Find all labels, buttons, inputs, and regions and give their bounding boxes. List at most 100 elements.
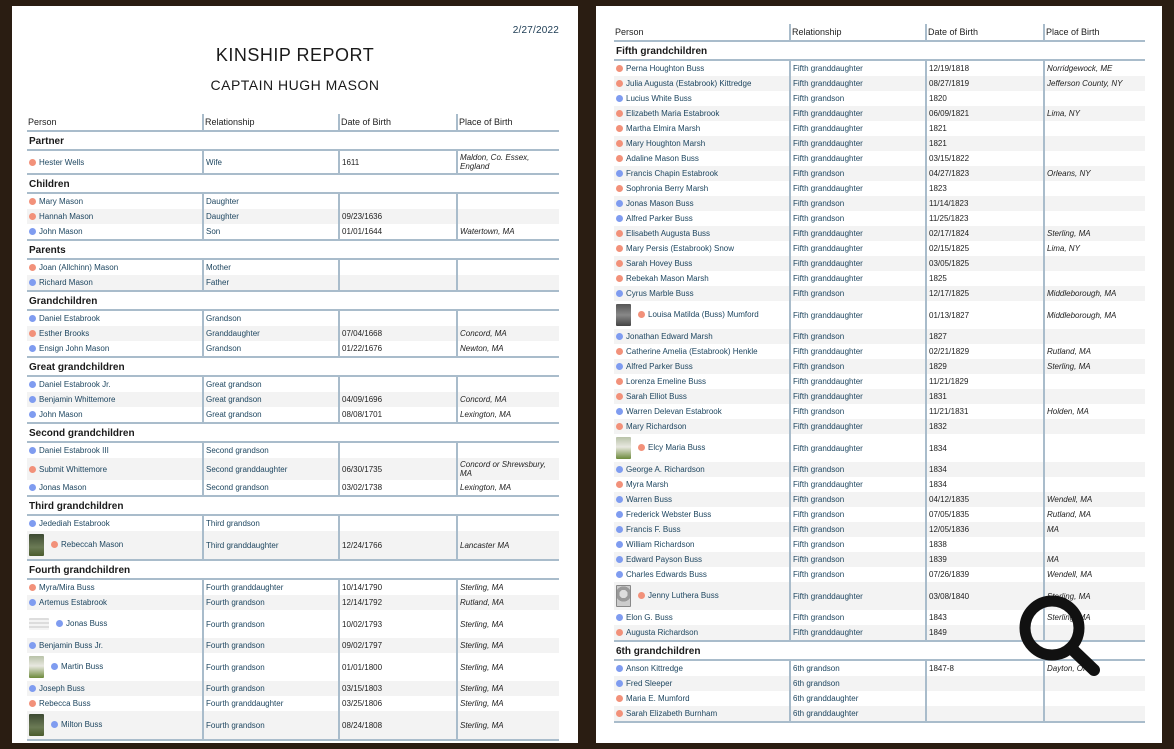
relationship-link[interactable]: 6th grandson xyxy=(789,660,926,676)
relationship-link[interactable]: Fifth granddaughter xyxy=(789,419,926,434)
relationship-link[interactable]: Granddaughter xyxy=(202,326,339,341)
person-link[interactable]: Sarah Elizabeth Burnham xyxy=(626,709,717,718)
person-link[interactable]: Jedediah Estabrook xyxy=(39,519,110,528)
relationship-link[interactable]: Fourth grandson xyxy=(202,595,339,610)
relationship-link[interactable]: Fifth granddaughter xyxy=(789,256,926,271)
person-link[interactable]: Warren Delevan Estabrook xyxy=(626,407,722,416)
person-link[interactable]: Edward Payson Buss xyxy=(626,555,702,564)
photo-thumbnail[interactable] xyxy=(29,618,49,630)
person-link[interactable]: Jonas Buss xyxy=(66,619,107,628)
photo-thumbnail[interactable] xyxy=(616,304,631,326)
person-link[interactable]: Submit Whittemore xyxy=(39,465,107,474)
person-link[interactable]: Alfred Parker Buss xyxy=(626,362,693,371)
relationship-link[interactable]: Fourth grandson xyxy=(202,653,339,681)
relationship-link[interactable]: Second grandson xyxy=(202,442,339,458)
person-link[interactable]: Mary Houghton Marsh xyxy=(626,139,705,148)
person-link[interactable]: Lorenza Emeline Buss xyxy=(626,377,706,386)
person-link[interactable]: Sarah Hovey Buss xyxy=(626,259,692,268)
relationship-link[interactable]: Fourth granddaughter xyxy=(202,696,339,711)
person-link[interactable]: Francis Chapin Estabrook xyxy=(626,169,718,178)
person-link[interactable]: Daniel Estabrook III xyxy=(39,446,109,455)
relationship-link[interactable]: Fifth granddaughter xyxy=(789,121,926,136)
person-link[interactable]: Maria E. Mumford xyxy=(626,694,690,703)
person-link[interactable]: Elcy Maria Buss xyxy=(648,443,705,452)
relationship-link[interactable]: Fifth granddaughter xyxy=(789,226,926,241)
photo-thumbnail[interactable] xyxy=(29,534,44,556)
person-link[interactable]: Myra/Mira Buss xyxy=(39,583,95,592)
relationship-link[interactable]: Fifth grandson xyxy=(789,610,926,625)
relationship-link[interactable]: Fifth grandson xyxy=(789,359,926,374)
person-link[interactable]: Mary Persis (Estabrook) Snow xyxy=(626,244,734,253)
relationship-link[interactable]: Fifth grandson xyxy=(789,537,926,552)
relationship-link[interactable]: Second granddaughter xyxy=(202,458,339,480)
person-link[interactable]: Sophronia Berry Marsh xyxy=(626,184,708,193)
relationship-link[interactable]: Fifth granddaughter xyxy=(789,301,926,329)
photo-thumbnail[interactable] xyxy=(616,585,631,607)
photo-thumbnail[interactable] xyxy=(29,656,44,678)
person-link[interactable]: Martin Buss xyxy=(61,662,103,671)
person-link[interactable]: Jenny Luthera Buss xyxy=(648,591,719,600)
person-link[interactable]: Anson Kittredge xyxy=(626,664,683,673)
relationship-link[interactable]: Third grandson xyxy=(202,515,339,531)
relationship-link[interactable]: Fourth granddaughter xyxy=(202,579,339,595)
relationship-link[interactable]: 6th granddaughter xyxy=(789,691,926,706)
relationship-link[interactable]: Fifth grandson xyxy=(789,166,926,181)
person-link[interactable]: Elizabeth Maria Estabrook xyxy=(626,109,719,118)
person-link[interactable]: Myra Marsh xyxy=(626,480,668,489)
person-link[interactable]: Jonas Mason Buss xyxy=(626,199,694,208)
relationship-link[interactable]: Fourth grandson xyxy=(202,711,339,741)
person-link[interactable]: Hannah Mason xyxy=(39,212,93,221)
person-link[interactable]: Mary Richardson xyxy=(626,422,686,431)
person-link[interactable]: Julia Augusta (Estabrook) Kittredge xyxy=(626,79,751,88)
person-link[interactable]: Mary Mason xyxy=(39,197,83,206)
relationship-link[interactable]: Fifth grandson xyxy=(789,286,926,301)
relationship-link[interactable]: Fifth grandson xyxy=(789,91,926,106)
relationship-link[interactable]: Fifth granddaughter xyxy=(789,374,926,389)
relationship-link[interactable]: Great grandson xyxy=(202,407,339,424)
person-link[interactable]: Louisa Matilda (Buss) Mumford xyxy=(648,310,759,319)
person-link[interactable]: Sarah Elliot Buss xyxy=(626,392,687,401)
relationship-link[interactable]: Fifth grandson xyxy=(789,462,926,477)
relationship-link[interactable]: Fifth grandson xyxy=(789,211,926,226)
person-link[interactable]: Rebecca Buss xyxy=(39,699,91,708)
person-link[interactable]: Augusta Richardson xyxy=(626,628,698,637)
relationship-link[interactable]: 6th grandson xyxy=(789,676,926,691)
relationship-link[interactable]: Fourth grandson xyxy=(202,610,339,638)
person-link[interactable]: Francis F. Buss xyxy=(626,525,681,534)
person-link[interactable]: Elisabeth Augusta Buss xyxy=(626,229,710,238)
relationship-link[interactable]: Fifth granddaughter xyxy=(789,344,926,359)
relationship-link[interactable]: Fifth grandson xyxy=(789,522,926,537)
relationship-link[interactable]: Fifth grandson xyxy=(789,404,926,419)
person-link[interactable]: Cyrus Marble Buss xyxy=(626,289,694,298)
relationship-link[interactable]: Fifth granddaughter xyxy=(789,271,926,286)
photo-thumbnail[interactable] xyxy=(29,714,44,736)
relationship-link[interactable]: Fifth granddaughter xyxy=(789,625,926,642)
person-link[interactable]: Alfred Parker Buss xyxy=(626,214,693,223)
relationship-link[interactable]: Second grandson xyxy=(202,480,339,497)
person-link[interactable]: Joseph Buss xyxy=(39,684,85,693)
relationship-link[interactable]: Fifth granddaughter xyxy=(789,389,926,404)
relationship-link[interactable]: Fifth granddaughter xyxy=(789,76,926,91)
relationship-link[interactable]: Wife xyxy=(202,150,339,175)
relationship-link[interactable]: Fifth grandson xyxy=(789,507,926,522)
relationship-link[interactable]: Fifth granddaughter xyxy=(789,151,926,166)
person-link[interactable]: William Richardson xyxy=(626,540,694,549)
relationship-link[interactable]: Third granddaughter xyxy=(202,531,339,561)
relationship-link[interactable]: Fifth granddaughter xyxy=(789,181,926,196)
person-link[interactable]: Joan (Allchinn) Mason xyxy=(39,263,118,272)
relationship-link[interactable]: Fifth granddaughter xyxy=(789,582,926,610)
relationship-link[interactable]: Fourth grandson xyxy=(202,681,339,696)
person-link[interactable]: Daniel Estabrook xyxy=(39,314,100,323)
relationship-link[interactable]: Fourth grandson xyxy=(202,638,339,653)
person-link[interactable]: John Mason xyxy=(39,227,83,236)
relationship-link[interactable]: Fifth grandson xyxy=(789,567,926,582)
person-link[interactable]: Jonas Mason xyxy=(39,483,87,492)
person-link[interactable]: Rebeccah Mason xyxy=(61,540,123,549)
relationship-link[interactable]: Fifth grandson xyxy=(789,492,926,507)
person-link[interactable]: Benjamin Whittemore xyxy=(39,395,115,404)
person-link[interactable]: Lucius White Buss xyxy=(626,94,692,103)
relationship-link[interactable]: Great grandson xyxy=(202,392,339,407)
person-link[interactable]: Elon G. Buss xyxy=(626,613,673,622)
relationship-link[interactable]: Father xyxy=(202,275,339,292)
person-link[interactable]: Charles Edwards Buss xyxy=(626,570,707,579)
